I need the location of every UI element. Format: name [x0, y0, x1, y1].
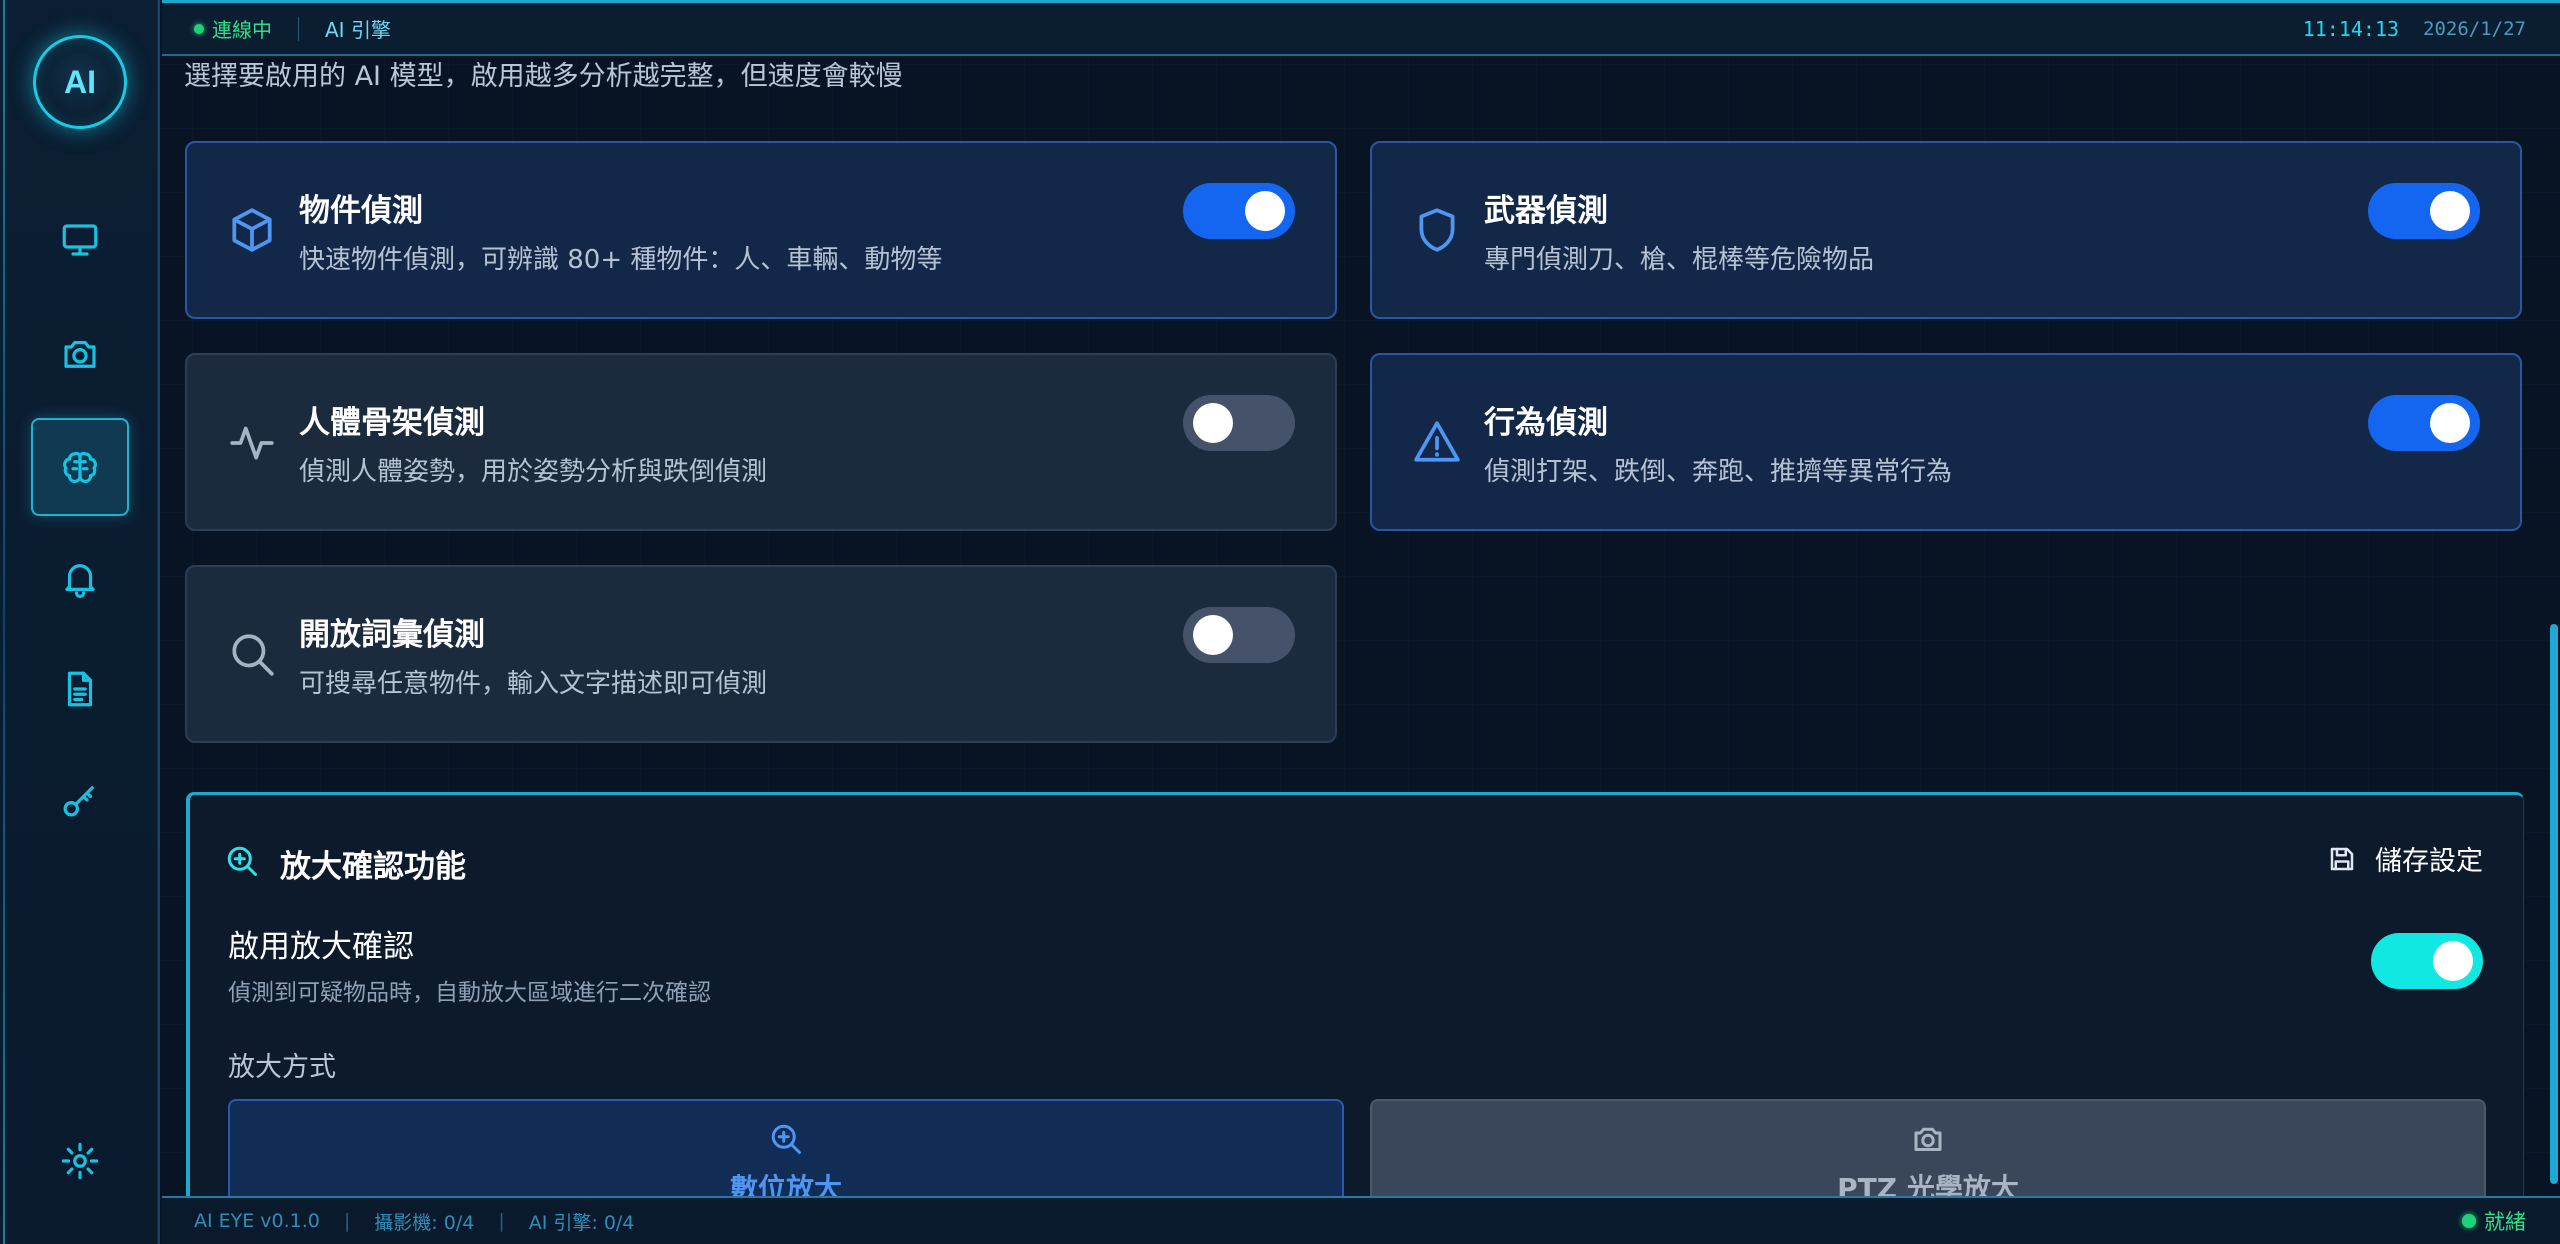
zoom-confirm-option-desc: 偵測到可疑物品時，自動放大區域進行二次確認 [228, 980, 711, 1006]
divider [298, 16, 299, 41]
engine-count: AI 引擎: 0/4 [528, 1211, 635, 1234]
model-description: 偵測人體姿勢，用於姿勢分析與跌倒偵測 [299, 457, 768, 487]
save-settings-button[interactable]: 儲存設定 [2327, 839, 2483, 878]
model-title: 武器偵測 [1484, 193, 1608, 229]
gear-icon [61, 1142, 99, 1180]
save-icon [2330, 847, 2354, 870]
model-card-object-detection[interactable]: 物件偵測 快速物件偵測，可辨識 80+ 種物件：人、車輛、動物等 [185, 141, 1337, 319]
sidebar-item-settings[interactable] [31, 1112, 129, 1210]
ready-status-label: 就緒 [2484, 1210, 2526, 1234]
model-title: 開放詞彙偵測 [299, 617, 485, 653]
document-icon [67, 671, 93, 707]
sidebar: AI [0, 0, 160, 1244]
shield-icon [1419, 208, 1455, 252]
footer-separator: | [498, 1210, 505, 1232]
model-card-pose-detection[interactable]: 人體骨架偵測 偵測人體姿勢，用於姿勢分析與跌倒偵測 [185, 353, 1337, 531]
model-description: 快速物件偵測，可辨識 80+ 種物件：人、車輛、動物等 [299, 245, 943, 275]
zoom-confirm-panel: 放大確認功能 儲存設定 啟用放大確認 偵測到可疑物品時，自動放大區域進行二次確認… [186, 792, 2524, 1219]
engine-label: AI 引擎 [325, 18, 391, 42]
toggle-knob [1193, 615, 1233, 655]
save-settings-label: 儲存設定 [2375, 846, 2483, 877]
bell-icon [65, 564, 95, 598]
sidebar-item-camera[interactable] [31, 305, 129, 403]
zoom-in-icon [227, 846, 257, 876]
sidebar-item-reports[interactable] [31, 640, 129, 738]
brain-icon [63, 451, 97, 484]
model-toggle[interactable] [2368, 183, 2480, 239]
toggle-knob [1193, 403, 1233, 443]
toggle-knob [2430, 403, 2470, 443]
scrollbar-thumb[interactable] [2550, 624, 2558, 1184]
toggle-knob [2430, 191, 2470, 231]
zoom-mode-label: 放大方式 [228, 1052, 336, 1083]
cube-icon [232, 208, 272, 252]
model-toggle[interactable] [1183, 395, 1295, 451]
model-description: 可搜尋任意物件，輸入文字描述即可偵測 [299, 669, 768, 699]
toggle-knob [2433, 941, 2473, 981]
connection-status: 連線中 [212, 18, 272, 42]
model-toggle[interactable] [1183, 183, 1295, 239]
clock-time: 11:14:13 [2302, 16, 2400, 41]
model-card-weapon-detection[interactable]: 武器偵測 專門偵測刀、槍、棍棒等危險物品 [1370, 141, 2522, 319]
model-title: 物件偵測 [299, 193, 423, 229]
camera-icon [1914, 1127, 1942, 1151]
warning-icon [1414, 421, 1460, 462]
model-description: 專門偵測刀、槍、棍棒等危險物品 [1484, 245, 1875, 275]
pulse-icon [230, 426, 274, 460]
model-title: 人體骨架偵測 [299, 405, 485, 441]
footer-status-bar: AI EYE v0.1.0 | 攝影機: 0/4 | AI 引擎: 0/4 就緒 [162, 1196, 2560, 1244]
toggle-knob [1245, 191, 1285, 231]
footer-separator: | [343, 1210, 351, 1232]
sidebar-item-monitor[interactable] [31, 191, 129, 289]
app-version: AI EYE v0.1.0 [194, 1210, 320, 1232]
clock-date: 2026/1/27 [2423, 17, 2526, 40]
app-logo: AI [33, 35, 127, 129]
zoom-in-icon [771, 1124, 801, 1154]
search-icon [232, 634, 274, 676]
ready-status-dot [2462, 1214, 2476, 1228]
model-title: 行為偵測 [1484, 405, 1608, 441]
ready-status: 就緒 [2462, 1206, 2526, 1236]
sidebar-item-license[interactable] [31, 751, 129, 849]
monitor-icon [62, 224, 98, 256]
sidebar-item-ai-brain[interactable] [31, 418, 129, 516]
model-card-behavior-detection[interactable]: 行為偵測 偵測打架、跌倒、奔跑、推擠等異常行為 [1370, 353, 2522, 531]
model-toggle[interactable] [2368, 395, 2480, 451]
key-icon [63, 786, 94, 817]
section-subtitle: 選擇要啟用的 AI 模型，啟用越多分析越完整，但速度會較慢 [184, 61, 903, 92]
camera-icon [64, 341, 96, 368]
model-description: 偵測打架、跌倒、奔跑、推擠等異常行為 [1484, 457, 1953, 487]
connection-status-dot [194, 23, 204, 34]
top-status-bar: 連線中 AI 引擎 11:14:13 2026/1/27 [162, 0, 2560, 56]
model-card-open-vocab-detection[interactable]: 開放詞彙偵測 可搜尋任意物件，輸入文字描述即可偵測 [185, 565, 1337, 743]
zoom-confirm-toggle[interactable] [2371, 933, 2483, 989]
zoom-confirm-option-title: 啟用放大確認 [228, 929, 414, 965]
camera-count: 攝影機: 0/4 [374, 1211, 475, 1234]
sidebar-item-alerts[interactable] [31, 529, 129, 627]
model-toggle[interactable] [1183, 607, 1295, 663]
panel-title: 放大確認功能 [280, 849, 466, 885]
